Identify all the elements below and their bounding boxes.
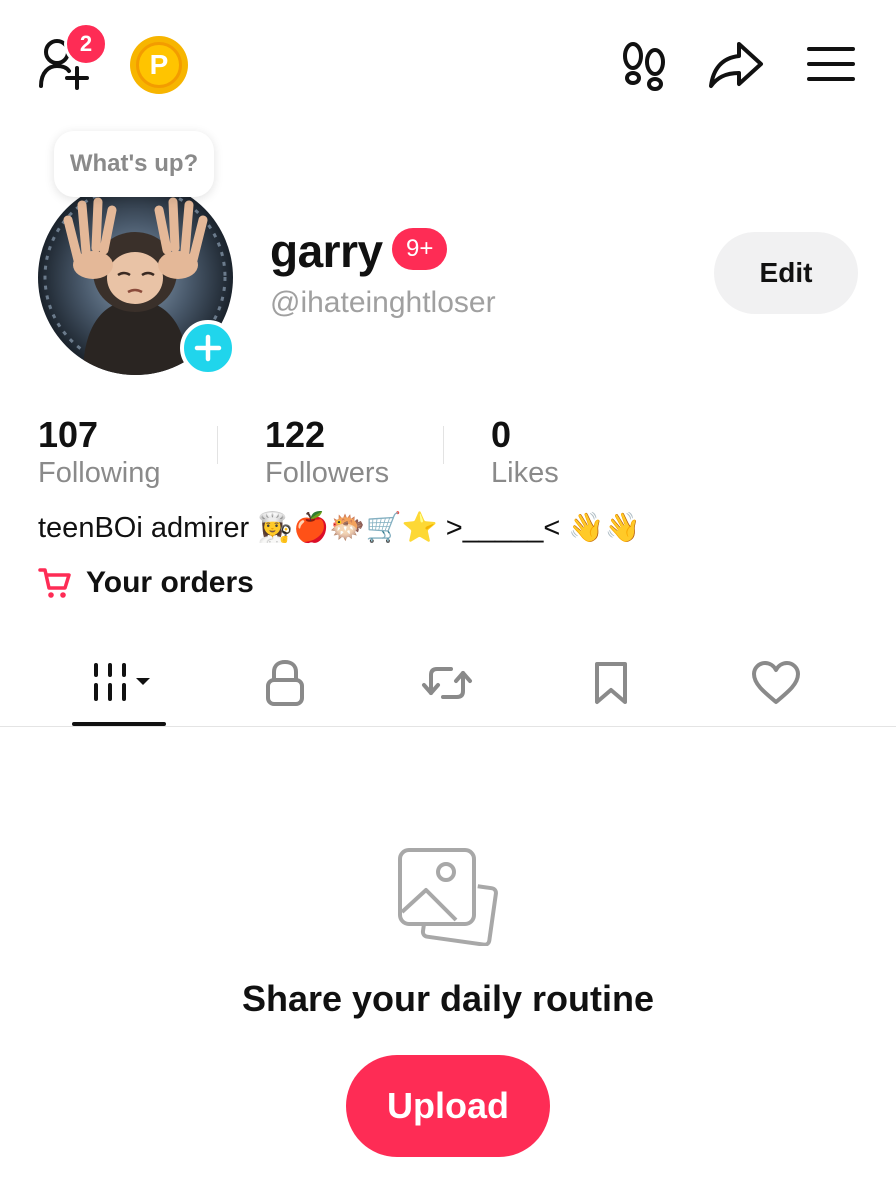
- repost-icon: [422, 667, 472, 699]
- likes-label[interactable]: Likes: [491, 457, 559, 490]
- stat-divider: [443, 426, 444, 464]
- plus-icon: [194, 334, 222, 362]
- profile-views-button[interactable]: [618, 38, 670, 92]
- profile-bio: teenBOi admirer 👩‍🍳🍎🐡🛒⭐ >_____< 👋👋: [38, 512, 641, 544]
- menu-button[interactable]: [806, 44, 856, 84]
- tab-videos[interactable]: [72, 648, 166, 718]
- grid-sort-icon: [94, 663, 150, 701]
- tab-private[interactable]: [240, 648, 330, 718]
- edit-profile-label: Edit: [759, 257, 813, 288]
- profile-handle: @ihateinghtloser: [270, 286, 496, 319]
- likes-count[interactable]: 0: [491, 414, 511, 456]
- upload-button[interactable]: Upload: [346, 1055, 550, 1157]
- footprints-icon: [623, 42, 665, 91]
- bookmark-icon: [595, 662, 627, 704]
- coin-letter: P: [149, 49, 169, 80]
- coin-icon: P: [136, 42, 182, 88]
- coins-button[interactable]: P: [130, 36, 188, 94]
- add-friends-button[interactable]: 2: [34, 22, 108, 90]
- share-profile-button[interactable]: [706, 38, 766, 92]
- tab-liked[interactable]: [730, 648, 822, 718]
- your-orders-link[interactable]: Your orders: [38, 566, 254, 600]
- your-orders-label: Your orders: [86, 566, 254, 599]
- notification-badge: 2: [64, 22, 108, 66]
- following-count[interactable]: 107: [38, 414, 98, 456]
- photos-placeholder-icon: [396, 846, 500, 947]
- status-bubble-text: What's up?: [69, 150, 199, 177]
- tabs-divider: [0, 726, 896, 727]
- followers-count[interactable]: 122: [265, 414, 325, 456]
- empty-state-title: Share your daily routine: [241, 978, 655, 1019]
- name-badge[interactable]: 9+: [392, 228, 448, 270]
- profile-name: garry: [270, 225, 383, 277]
- share-arrow-icon: [709, 42, 763, 88]
- shopping-cart-icon: [38, 568, 71, 598]
- stat-divider: [217, 426, 218, 464]
- heart-icon: [752, 661, 800, 704]
- tab-favorites[interactable]: [566, 648, 656, 718]
- edit-profile-button[interactable]: Edit: [714, 232, 858, 314]
- following-label[interactable]: Following: [38, 457, 161, 490]
- tab-reposts[interactable]: [402, 648, 492, 718]
- followers-label[interactable]: Followers: [265, 457, 389, 490]
- status-bubble[interactable]: What's up?: [54, 131, 214, 197]
- lock-icon: [266, 659, 304, 706]
- hamburger-menu-icon: [807, 47, 855, 81]
- add-story-button[interactable]: [180, 320, 236, 376]
